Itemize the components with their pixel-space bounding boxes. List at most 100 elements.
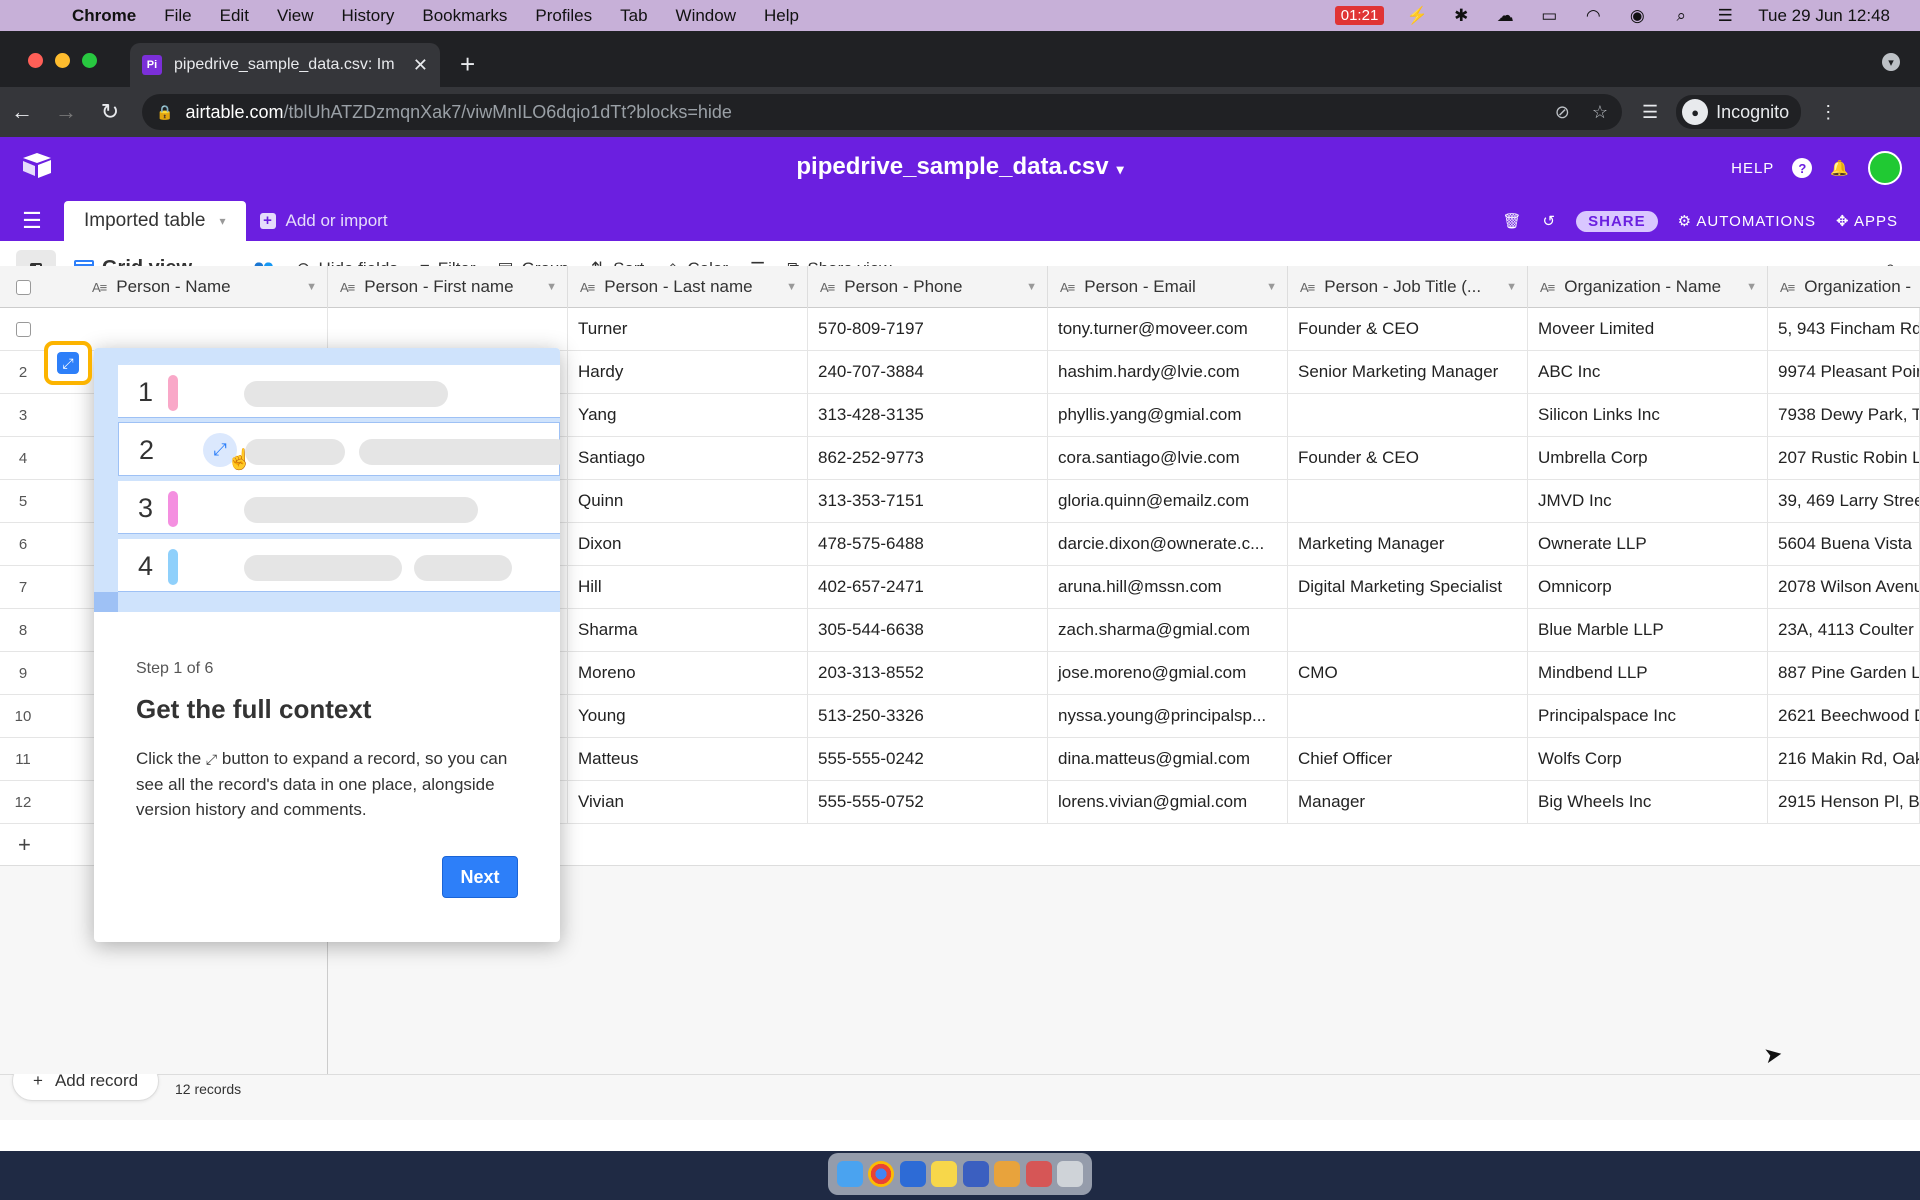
- menu-history[interactable]: History: [341, 6, 394, 26]
- table-cell[interactable]: Matteus: [568, 738, 808, 780]
- table-cell[interactable]: Vivian: [568, 781, 808, 823]
- table-cell[interactable]: [1288, 394, 1528, 436]
- table-cell[interactable]: 9974 Pleasant Point: [1768, 351, 1920, 393]
- table-cell[interactable]: Yang: [568, 394, 808, 436]
- tab-search-icon[interactable]: ▾: [1882, 53, 1900, 71]
- chevron-down-icon[interactable]: ▼: [1506, 281, 1517, 293]
- table-cell[interactable]: darcie.dixon@ownerate.c...: [1048, 523, 1288, 565]
- select-all-cell[interactable]: [0, 266, 46, 308]
- next-button[interactable]: Next: [442, 856, 518, 898]
- automations-button[interactable]: ⚙ AUTOMATIONS: [1678, 212, 1816, 230]
- table-cell[interactable]: Hill: [568, 566, 808, 608]
- add-row-plus-icon[interactable]: +: [18, 832, 31, 858]
- app-icon[interactable]: [962, 1161, 989, 1187]
- table-cell[interactable]: 555-555-0242: [808, 738, 1048, 780]
- table-cell[interactable]: nyssa.young@principalsp...: [1048, 695, 1288, 737]
- bell-icon[interactable]: 🔔: [1830, 159, 1850, 177]
- wifi-icon[interactable]: ◠: [1582, 6, 1604, 25]
- 1password-icon[interactable]: [899, 1161, 926, 1187]
- table-cell[interactable]: [1288, 609, 1528, 651]
- table-cell[interactable]: 305-544-6638: [808, 609, 1048, 651]
- table-cell[interactable]: tony.turner@moveer.com: [1048, 308, 1288, 350]
- table-cell[interactable]: hashim.hardy@lvie.com: [1048, 351, 1288, 393]
- trash-icon[interactable]: [1057, 1161, 1084, 1187]
- table-cell[interactable]: 555-555-0752: [808, 781, 1048, 823]
- column-header[interactable]: A≡ Person - Phone ▼: [808, 266, 1048, 308]
- chevron-down-icon[interactable]: ▼: [786, 281, 797, 293]
- table-cell[interactable]: 2915 Henson Pl, B: [1768, 781, 1920, 823]
- finder-icon[interactable]: [836, 1161, 863, 1187]
- menu-file[interactable]: File: [164, 6, 191, 26]
- battery-icon[interactable]: ▭: [1538, 6, 1560, 25]
- table-cell[interactable]: Senior Marketing Manager: [1288, 351, 1528, 393]
- table-cell[interactable]: Ownerate LLP: [1528, 523, 1768, 565]
- table-cell[interactable]: Blue Marble LLP: [1528, 609, 1768, 651]
- archive-icon[interactable]: [994, 1161, 1021, 1187]
- cloud-icon[interactable]: ☁: [1494, 6, 1516, 25]
- table-cell[interactable]: 5604 Buena Vista: [1768, 523, 1920, 565]
- table-cell[interactable]: Quinn: [568, 480, 808, 522]
- table-cell[interactable]: Founder & CEO: [1288, 308, 1528, 350]
- table-cell[interactable]: 402-657-2471: [808, 566, 1048, 608]
- table-cell[interactable]: Chief Officer: [1288, 738, 1528, 780]
- table-cell[interactable]: Big Wheels Inc: [1528, 781, 1768, 823]
- table-cell[interactable]: 570-809-7197: [808, 308, 1048, 350]
- select-all-checkbox[interactable]: [15, 279, 31, 295]
- bluetooth-icon[interactable]: ✱: [1450, 6, 1472, 25]
- table-cell[interactable]: 313-353-7151: [808, 480, 1048, 522]
- table-cell[interactable]: [1288, 695, 1528, 737]
- table-cell[interactable]: cora.santiago@lvie.com: [1048, 437, 1288, 479]
- menu-tab[interactable]: Tab: [620, 6, 647, 26]
- history-icon[interactable]: ↺: [1543, 212, 1557, 230]
- table-cell[interactable]: jose.moreno@gmial.com: [1048, 652, 1288, 694]
- url-field[interactable]: 🔒 airtable.com /tblUhATZDzmqnXak7/viwMnI…: [142, 94, 1622, 130]
- table-cell[interactable]: 240-707-3884: [808, 351, 1048, 393]
- browser-tab-active[interactable]: Pi pipedrive_sample_data.csv: Im ✕: [130, 43, 440, 87]
- chrome-icon[interactable]: [868, 1161, 895, 1187]
- table-cell[interactable]: lorens.vivian@gmial.com: [1048, 781, 1288, 823]
- table-cell[interactable]: Moreno: [568, 652, 808, 694]
- star-icon[interactable]: ☆: [1592, 102, 1608, 123]
- table-cell[interactable]: ABC Inc: [1528, 351, 1768, 393]
- table-cell[interactable]: 862-252-9773: [808, 437, 1048, 479]
- table-cell[interactable]: 887 Pine Garden L: [1768, 652, 1920, 694]
- add-or-import-button[interactable]: + Add or import: [259, 201, 388, 241]
- column-header[interactable]: A≡ Organization -: [1768, 266, 1920, 308]
- reading-list-icon[interactable]: ☰: [1642, 102, 1658, 123]
- table-cell[interactable]: Sharma: [568, 609, 808, 651]
- table-row[interactable]: Turner 570-809-7197 tony.turner@moveer.com…: [0, 308, 1920, 351]
- chevron-down-icon[interactable]: ▼: [546, 281, 557, 293]
- new-tab-button[interactable]: +: [460, 49, 475, 80]
- avatar[interactable]: [1868, 151, 1902, 185]
- base-title[interactable]: pipedrive_sample_data.csv ▾: [0, 153, 1920, 181]
- table-cell[interactable]: [328, 308, 568, 350]
- close-window-button[interactable]: [28, 53, 43, 68]
- user-icon[interactable]: ◉: [1626, 6, 1648, 25]
- table-cell[interactable]: 313-428-3135: [808, 394, 1048, 436]
- zoom-window-button[interactable]: [82, 53, 97, 68]
- control-center-icon[interactable]: ☰: [1714, 6, 1736, 25]
- chevron-down-icon[interactable]: ▼: [1746, 281, 1757, 293]
- table-cell[interactable]: 478-575-6488: [808, 523, 1048, 565]
- table-cell[interactable]: 2621 Beechwood D: [1768, 695, 1920, 737]
- table-cell[interactable]: dina.matteus@gmial.com: [1048, 738, 1288, 780]
- tab-imported-table[interactable]: Imported table ▾: [64, 201, 246, 241]
- help-icon[interactable]: ?: [1792, 158, 1813, 178]
- menu-edit[interactable]: Edit: [220, 6, 249, 26]
- chevron-down-icon[interactable]: ▼: [1026, 281, 1037, 293]
- column-header[interactable]: A≡ Person - Job Title (... ▼: [1288, 266, 1528, 308]
- table-cell[interactable]: Principalspace Inc: [1528, 695, 1768, 737]
- table-cell[interactable]: gloria.quinn@emailz.com: [1048, 480, 1288, 522]
- table-cell[interactable]: Digital Marketing Specialist: [1288, 566, 1528, 608]
- table-cell[interactable]: Omnicorp: [1528, 566, 1768, 608]
- eye-off-icon[interactable]: ⊘: [1555, 102, 1570, 123]
- chevron-down-icon[interactable]: ▼: [306, 281, 317, 293]
- table-cell[interactable]: 5, 943 Fincham Rd: [1768, 308, 1920, 350]
- table-cell[interactable]: Manager: [1288, 781, 1528, 823]
- column-header[interactable]: A≡ Organization - Name ▼: [1528, 266, 1768, 308]
- forward-icon[interactable]: →: [44, 99, 88, 125]
- incognito-badge[interactable]: ● Incognito: [1676, 95, 1802, 129]
- notes-icon[interactable]: [931, 1161, 958, 1187]
- menu-view[interactable]: View: [277, 6, 314, 26]
- share-button[interactable]: SHARE: [1576, 210, 1658, 232]
